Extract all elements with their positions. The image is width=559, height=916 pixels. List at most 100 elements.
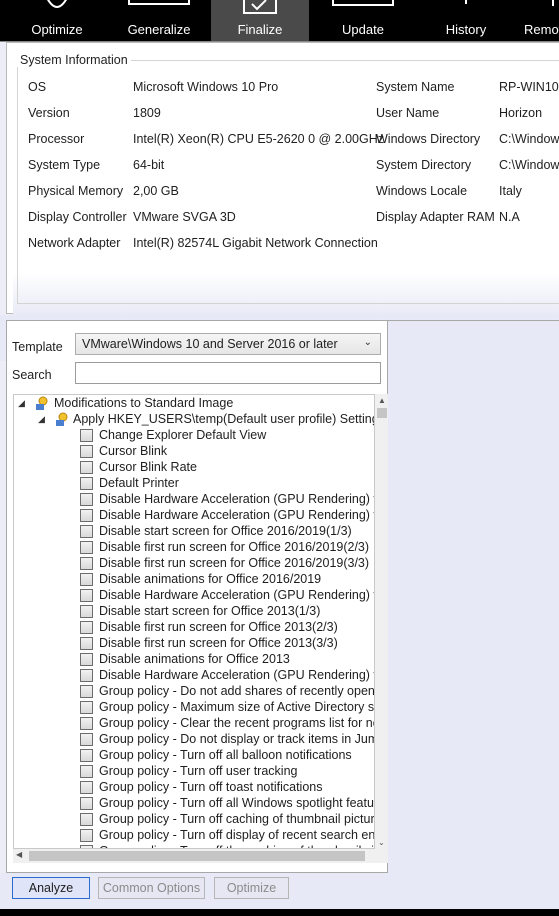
- remote-icon: [552, 0, 554, 6]
- chevron-down-icon: ⌄: [363, 337, 372, 348]
- processor-label: Processor: [28, 132, 85, 146]
- item-checkbox[interactable]: [80, 461, 93, 474]
- tree-item-label[interactable]: Change Explorer Default View: [99, 428, 266, 444]
- tab-optimize-label: Optimize: [31, 22, 83, 37]
- tab-generalize[interactable]: Generalize: [110, 0, 208, 41]
- tree-item-label[interactable]: Group policy - Turn off display of recen…: [99, 828, 374, 844]
- modifications-tree: ◢ Modifications to Standard Image ◢ Appl…: [13, 394, 375, 849]
- scroll-down-icon[interactable]: ⌄: [378, 838, 385, 847]
- expand-root-icon[interactable]: ◢: [18, 398, 25, 409]
- item-checkbox[interactable]: [80, 429, 93, 442]
- tree-item-label[interactable]: Disable Hardware Acceleration (GPU Rende…: [99, 668, 374, 684]
- finalize-icon: [243, 0, 277, 14]
- tree-item-label[interactable]: Disable start screen for Office 2016/201…: [99, 524, 352, 540]
- tree-item-label[interactable]: Disable first run screen for Office 2013…: [99, 636, 338, 652]
- tree-item-label[interactable]: Group policy - Turn off user tracking: [99, 764, 297, 780]
- item-checkbox[interactable]: [80, 813, 93, 826]
- tree-item-label[interactable]: Disable Hardware Acceleration (GPU Rende…: [99, 508, 374, 524]
- system-directory-value: C:\Windows: [499, 158, 559, 172]
- tree-horizontal-scrollbar[interactable]: ◀: [13, 849, 389, 863]
- tab-update[interactable]: Update: [314, 0, 412, 41]
- item-checkbox[interactable]: [80, 493, 93, 506]
- details-panel: [388, 320, 559, 873]
- tree-item-label[interactable]: Group policy - Do not display or track i…: [99, 732, 374, 748]
- user-name-label: User Name: [376, 106, 440, 120]
- tree-item-label[interactable]: Group policy - Maximum size of Active Di…: [99, 700, 374, 716]
- item-checkbox[interactable]: [80, 573, 93, 586]
- item-checkbox[interactable]: [80, 509, 93, 522]
- tree-item-label[interactable]: Group policy - Clear the recent programs…: [99, 716, 374, 732]
- tree-item-label[interactable]: Disable Hardware Acceleration (GPU Rende…: [99, 492, 374, 508]
- item-checkbox[interactable]: [80, 541, 93, 554]
- tree-item-label[interactable]: Group policy - Do not add shares of rece…: [99, 684, 374, 700]
- item-checkbox[interactable]: [80, 765, 93, 778]
- item-checkbox[interactable]: [80, 637, 93, 650]
- tree-item-label[interactable]: Disable first run screen for Office 2013…: [99, 620, 338, 636]
- item-checkbox[interactable]: [80, 797, 93, 810]
- system-directory-label: System Directory: [376, 158, 472, 172]
- tree-item-label[interactable]: Disable Hardware Acceleration (GPU Rende…: [99, 588, 374, 604]
- windows-directory-value: C:\Windows: [499, 132, 559, 146]
- tree-item-label[interactable]: Group policy - Turn off all balloon noti…: [99, 748, 352, 764]
- optimize-button[interactable]: Optimize: [214, 877, 289, 899]
- tab-finalize[interactable]: Finalize: [211, 0, 309, 41]
- expand-group-icon[interactable]: ◢: [38, 414, 45, 425]
- processor-value: Intel(R) Xeon(R) CPU E5-2620 0 @ 2.00GHz: [133, 132, 384, 146]
- tree-item-label[interactable]: Cursor Blink Rate: [99, 460, 197, 476]
- item-checkbox[interactable]: [80, 717, 93, 730]
- tree-item-label[interactable]: Disable first run screen for Office 2016…: [99, 540, 369, 556]
- item-checkbox[interactable]: [80, 477, 93, 490]
- optimize-icon: [47, 0, 67, 8]
- tree-item-label[interactable]: Group policy - Turn off caching of thumb…: [99, 812, 374, 828]
- tab-finalize-label: Finalize: [237, 22, 283, 37]
- tree-group-label[interactable]: Apply HKEY_USERS\temp(Default user profi…: [73, 412, 374, 428]
- item-checkbox[interactable]: [80, 781, 93, 794]
- search-input[interactable]: [75, 362, 381, 384]
- tree-item-label[interactable]: Group policy - Turn off all Windows spot…: [99, 796, 374, 812]
- item-checkbox[interactable]: [80, 685, 93, 698]
- item-checkbox[interactable]: [80, 669, 93, 682]
- template-label: Template: [12, 340, 63, 354]
- scroll-thumb[interactable]: [377, 408, 387, 418]
- os-value: Microsoft Windows 10 Pro: [133, 80, 279, 94]
- analyze-button[interactable]: Analyze: [12, 877, 90, 899]
- template-dropdown[interactable]: VMware\Windows 10 and Server 2016 or lat…: [75, 333, 381, 355]
- item-checkbox[interactable]: [80, 557, 93, 570]
- system-name-label: System Name: [376, 80, 455, 94]
- display-controller-value: VMware SVGA 3D: [133, 210, 236, 224]
- item-checkbox[interactable]: [80, 621, 93, 634]
- item-checkbox[interactable]: [80, 525, 93, 538]
- item-checkbox[interactable]: [80, 589, 93, 602]
- horizontal-scroll-thumb[interactable]: [29, 851, 365, 861]
- item-checkbox[interactable]: [80, 653, 93, 666]
- scroll-up-icon[interactable]: ▲: [378, 396, 386, 405]
- search-label: Search: [12, 368, 52, 382]
- tab-history[interactable]: History: [418, 0, 514, 41]
- system-information-group: [17, 60, 559, 304]
- ribbon-toolbar: Optimize Generalize Finalize Update Hist…: [0, 0, 559, 41]
- item-checkbox[interactable]: [80, 445, 93, 458]
- tree-root-label[interactable]: Modifications to Standard Image: [54, 396, 233, 412]
- tab-optimize[interactable]: Optimize: [14, 0, 100, 41]
- system-information-panel: System Information OS Microsoft Windows …: [6, 42, 559, 315]
- tree-item-label[interactable]: Disable animations for Office 2013: [99, 652, 290, 668]
- tab-remote[interactable]: Remot: [518, 0, 559, 41]
- item-checkbox[interactable]: [80, 701, 93, 714]
- tree-item-label[interactable]: Disable start screen for Office 2013(1/3…: [99, 604, 320, 620]
- common-options-button[interactable]: Common Options: [98, 877, 205, 899]
- item-checkbox[interactable]: [80, 733, 93, 746]
- tree-item-label[interactable]: Disable animations for Office 2016/2019: [99, 572, 321, 588]
- scroll-left-icon[interactable]: ◀: [16, 850, 22, 859]
- tab-history-label: History: [445, 22, 487, 37]
- item-checkbox[interactable]: [80, 749, 93, 762]
- tree-item-label[interactable]: Cursor Blink: [99, 444, 167, 460]
- registry-group-icon: [56, 412, 68, 426]
- tree-item-label[interactable]: Disable first run screen for Office 2016…: [99, 556, 369, 572]
- item-checkbox[interactable]: [80, 605, 93, 618]
- item-checkbox[interactable]: [80, 829, 93, 842]
- tab-remote-label: Remot: [524, 22, 559, 37]
- tree-item-label[interactable]: Default Printer: [99, 476, 179, 492]
- tree-item-label[interactable]: Group policy - Turn off toast notificati…: [99, 780, 323, 796]
- system-type-label: System Type: [28, 158, 101, 172]
- tree-vertical-scrollbar[interactable]: ▲ ⌄: [375, 394, 389, 849]
